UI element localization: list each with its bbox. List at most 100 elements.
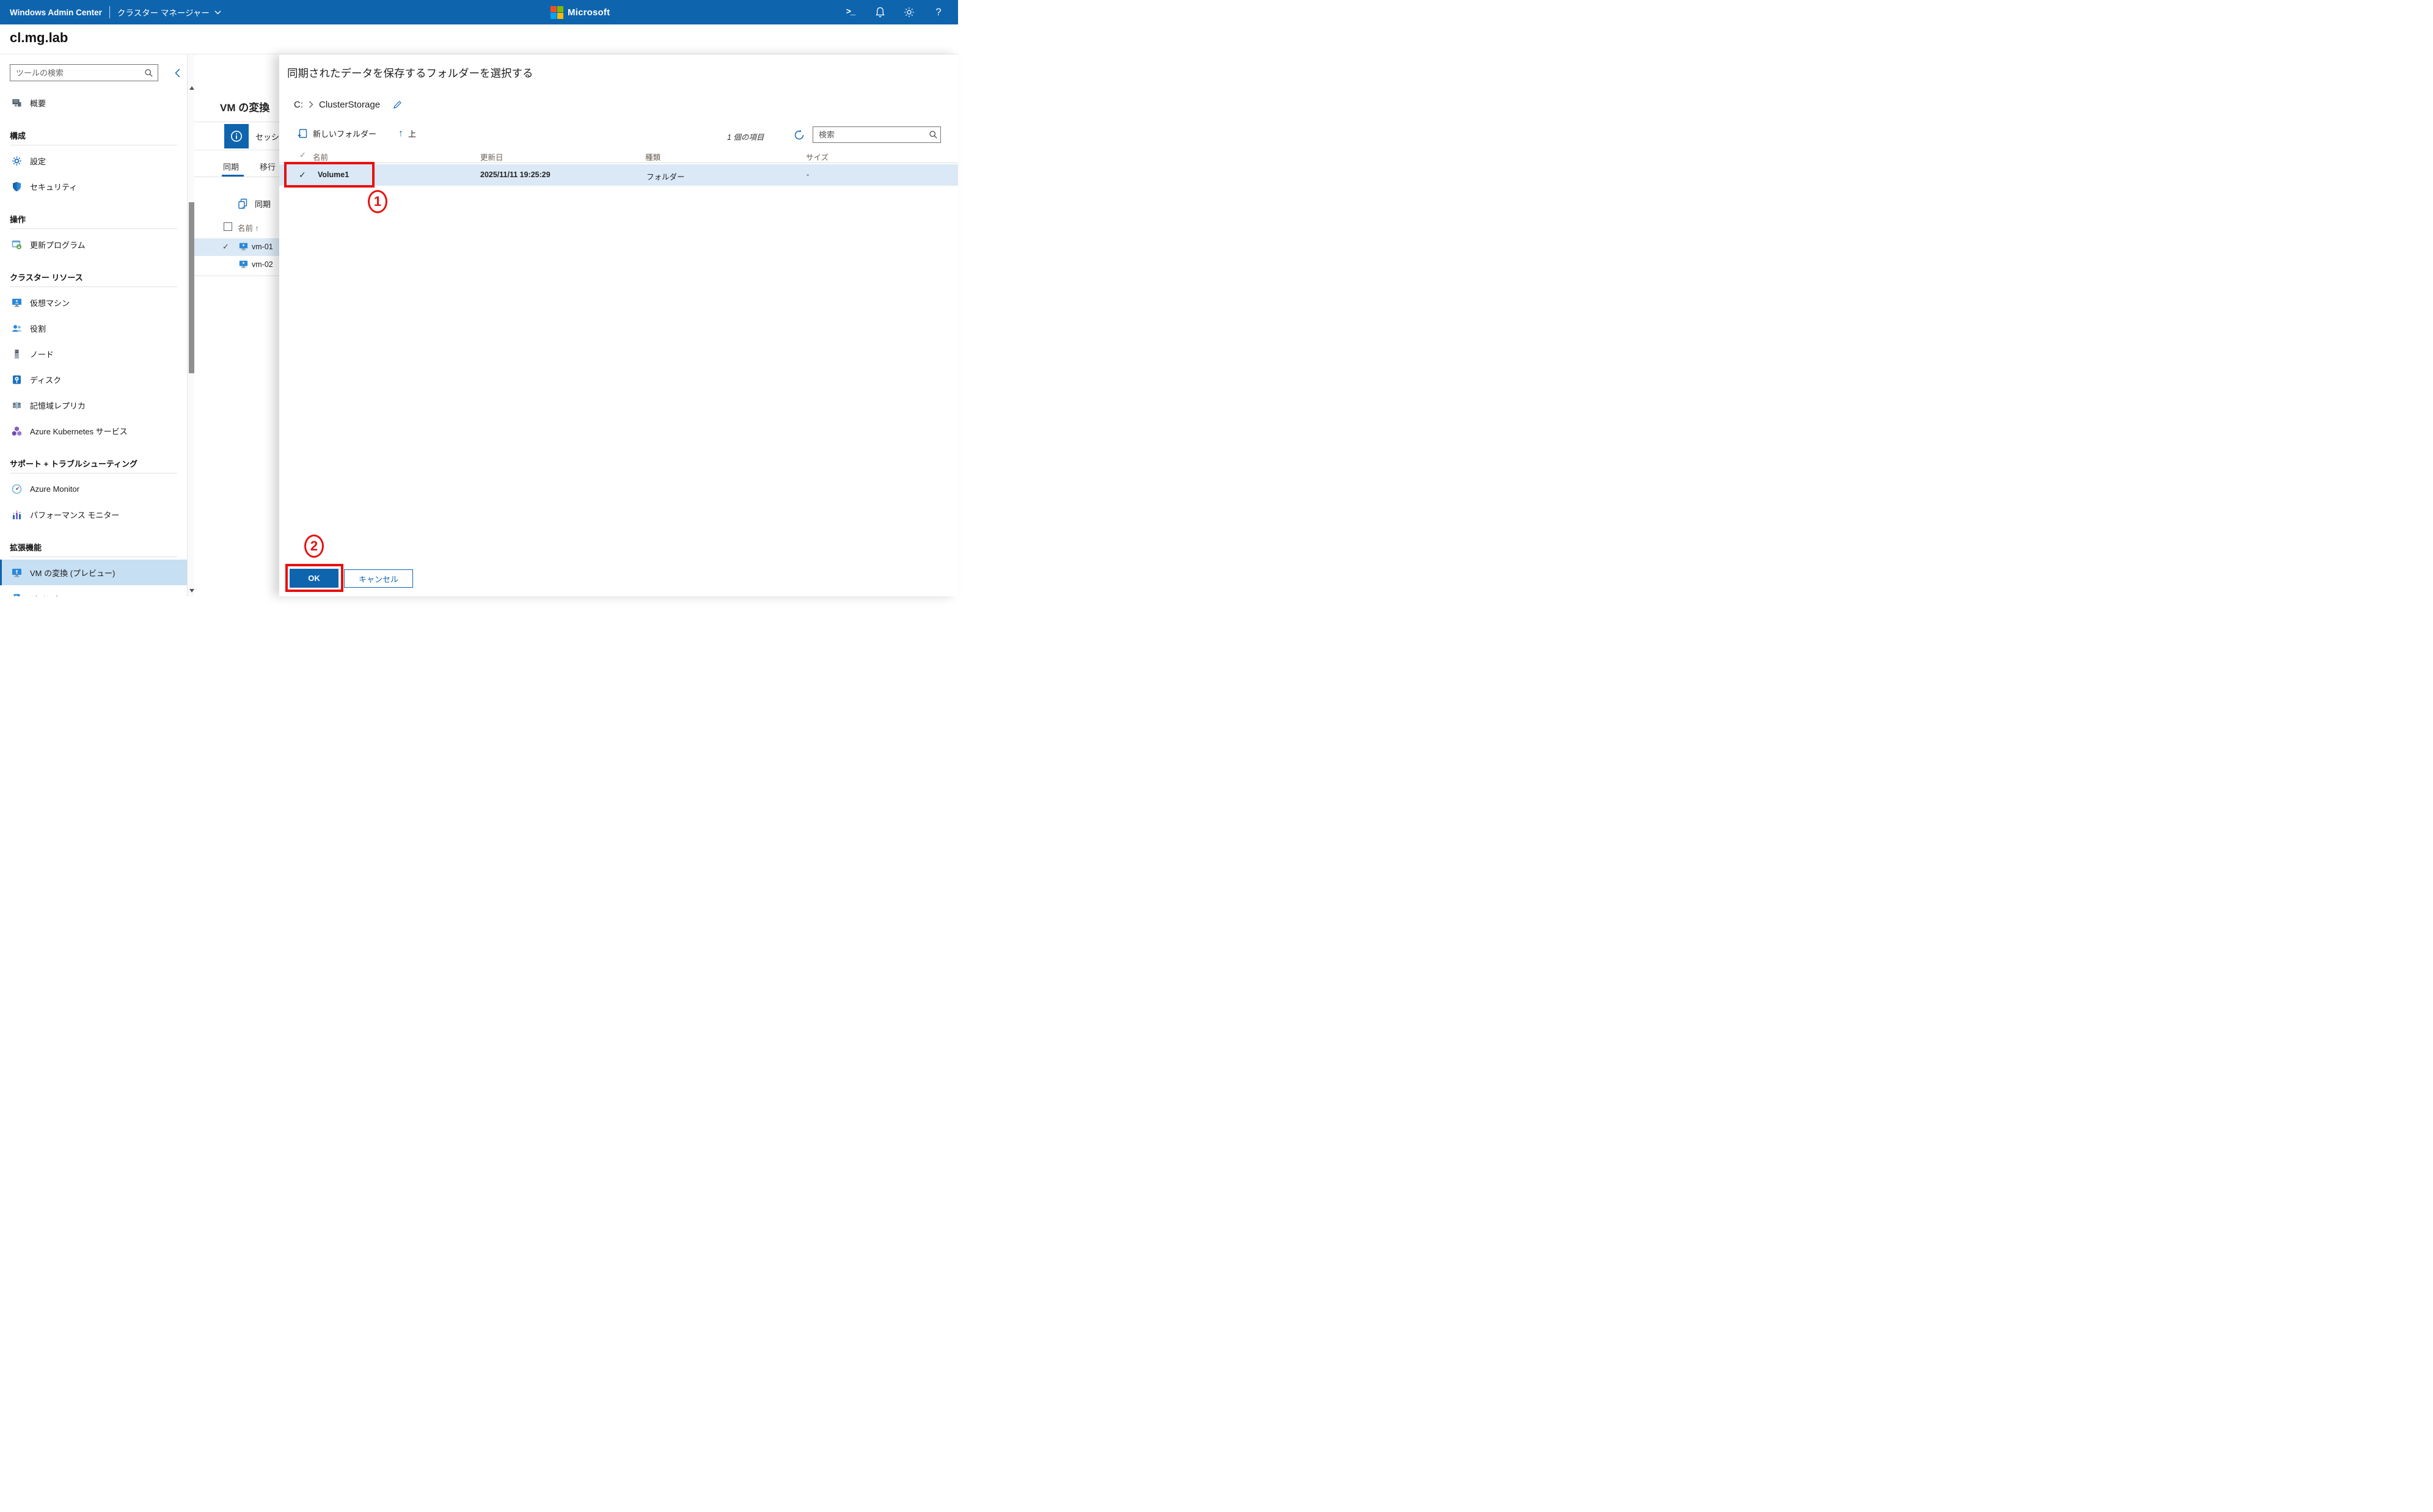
settings-gear-icon[interactable] xyxy=(895,0,924,24)
tool-search-input[interactable] xyxy=(10,68,144,78)
row-check-icon: ✓ xyxy=(299,170,306,180)
column-name[interactable]: 名前 xyxy=(313,151,328,163)
vm-monitor-icon xyxy=(239,242,248,251)
scrollbar-thumb[interactable] xyxy=(189,202,194,373)
up-folder-button[interactable]: ↑ 上 xyxy=(398,128,416,139)
up-arrow-icon: ↑ xyxy=(398,128,403,139)
column-modified[interactable]: 更新日 xyxy=(480,151,503,163)
column-type[interactable]: 種類 xyxy=(645,151,660,163)
solution-name: クラスター マネージャー xyxy=(117,6,210,18)
sidebar-item-performance-monitor[interactable]: パフォーマンス モニター xyxy=(0,502,187,527)
annotation-step2-badge: 2 xyxy=(304,535,324,558)
new-folder-button[interactable]: 新しいフォルダー xyxy=(298,128,376,139)
session-label: セッシ xyxy=(255,131,279,142)
dialog-footer: OK キャンセル xyxy=(279,569,958,588)
session-info-button[interactable] xyxy=(224,124,249,148)
chevron-down-icon xyxy=(214,10,221,15)
vm-row[interactable]: vm-02 xyxy=(194,256,279,274)
refresh-icon[interactable] xyxy=(791,127,807,143)
select-all-checkbox[interactable] xyxy=(224,222,232,231)
page-title: cl.mg.lab xyxy=(10,30,68,46)
sidebar-item-convert-vm[interactable]: VM の変換 (プレビュー) xyxy=(0,560,187,585)
sidebar-item-storage-replica[interactable]: 記憶域レプリカ xyxy=(0,392,187,418)
dialog-search-box xyxy=(813,126,941,143)
sidebar-item-roles[interactable]: 役割 xyxy=(0,315,187,341)
powershell-icon[interactable]: >_ xyxy=(836,0,865,24)
vm-convert-tabs: 同期 移行 xyxy=(194,157,279,177)
sidebar-collapse-button[interactable] xyxy=(170,65,185,80)
ok-button[interactable]: OK xyxy=(290,569,338,588)
help-icon[interactable]: ? xyxy=(924,0,953,24)
vm-row-selected[interactable]: ✓ vm-01 xyxy=(194,238,279,256)
new-folder-icon xyxy=(298,128,308,139)
divider xyxy=(10,228,177,229)
cancel-button[interactable]: キャンセル xyxy=(344,569,413,588)
folder-picker-dialog: 同期されたデータを保存するフォルダーを選択する C: ClusterStorag… xyxy=(279,54,958,596)
folder-row-volume1[interactable]: ✓ Volume1 2025/11/11 19:25:29 フォルダー - xyxy=(279,164,958,186)
column-size[interactable]: サイズ xyxy=(806,151,829,163)
vm-convert-title: VM の変換 xyxy=(220,99,269,114)
microsoft-logo-icon xyxy=(551,6,563,19)
breadcrumb-drive[interactable]: C: xyxy=(294,100,303,110)
cluster-header: cl.mg.lab xyxy=(0,24,958,54)
solution-switcher[interactable]: クラスター マネージャー xyxy=(117,6,221,18)
vm-list-header: 名前 ↑ xyxy=(194,221,279,236)
events-log-icon xyxy=(12,593,22,597)
app-title[interactable]: Windows Admin Center xyxy=(10,8,102,17)
scroll-down-arrow-icon[interactable] xyxy=(189,589,194,593)
sidebar-section-configuration: 構成 xyxy=(10,128,177,142)
sidebar-item-disks[interactable]: ディスク xyxy=(0,367,187,392)
sidebar-item-events[interactable]: イベント xyxy=(0,585,187,596)
node-server-icon xyxy=(12,349,22,359)
search-icon xyxy=(929,130,942,139)
breadcrumb-folder[interactable]: ClusterStorage xyxy=(319,100,380,110)
edit-path-pencil-icon[interactable] xyxy=(393,100,402,109)
tab-migrate[interactable]: 移行 xyxy=(260,161,276,172)
sidebar-item-settings[interactable]: 設定 xyxy=(0,148,187,173)
header-check-icon: ✓ xyxy=(299,150,306,160)
active-tab-underline xyxy=(222,175,244,177)
disk-icon xyxy=(12,374,22,385)
sidebar-item-updates[interactable]: 更新プログラム xyxy=(0,232,187,257)
sidebar-item-overview[interactable]: 概要 xyxy=(0,90,187,115)
top-app-bar: Windows Admin Center クラスター マネージャー Micros… xyxy=(0,0,958,24)
dialog-title: 同期されたデータを保存するフォルダーを選択する xyxy=(287,65,533,81)
tool-search-box xyxy=(10,64,158,81)
sidebar-item-azure-kubernetes[interactable]: Azure Kubernetes サービス xyxy=(0,418,187,444)
vm-column-name[interactable]: 名前 ↑ xyxy=(238,222,259,233)
sidebar-item-virtual-machines[interactable]: 仮想マシン xyxy=(0,290,187,315)
sidebar-item-azure-monitor[interactable]: Azure Monitor xyxy=(0,476,187,502)
sidebar-nav: 概要 構成 設定 セキュリティ 操作 xyxy=(0,90,187,596)
shield-icon xyxy=(12,181,22,192)
search-icon xyxy=(144,68,158,78)
sidebar-item-nodes[interactable]: ノード xyxy=(0,341,187,367)
sidebar-item-security[interactable]: セキュリティ xyxy=(0,173,187,199)
copy-sync-icon xyxy=(237,198,249,210)
dialog-search-input[interactable] xyxy=(813,130,929,139)
sidebar-section-support: サポート + トラブルシューティング xyxy=(10,456,177,470)
row-check-icon: ✓ xyxy=(222,242,229,252)
tools-sidebar: 概要 構成 設定 セキュリティ 操作 xyxy=(0,54,187,596)
sync-action-button[interactable]: 同期 xyxy=(237,198,271,210)
vm-convert-panel: VM の変換 セッシ 同期 移行 同期 xyxy=(194,54,279,596)
chevron-right-icon xyxy=(309,101,313,108)
notifications-bell-icon[interactable] xyxy=(865,0,895,24)
vm-convert-toolbar: セッシ xyxy=(194,122,279,150)
dialog-toolbar: 新しいフォルダー ↑ 上 1 個の項目 xyxy=(279,125,958,145)
storage-replica-icon xyxy=(12,400,22,411)
item-count: 1 個の項目 xyxy=(727,131,770,142)
microsoft-wordmark: Microsoft xyxy=(568,7,610,18)
microsoft-brand: Microsoft xyxy=(551,0,610,24)
tab-sync[interactable]: 同期 xyxy=(223,161,239,172)
convert-vm-monitor-icon xyxy=(12,568,22,578)
aks-hexagons-icon xyxy=(12,426,22,436)
folder-table-header: ✓ 名前 更新日 種類 サイズ xyxy=(279,149,958,163)
title-divider xyxy=(109,6,110,18)
scroll-up-arrow-icon[interactable] xyxy=(189,86,194,90)
updates-icon xyxy=(12,239,22,250)
gear-icon xyxy=(12,156,22,166)
overview-icon xyxy=(12,98,22,108)
sort-ascending-icon: ↑ xyxy=(255,224,259,233)
sidebar-section-operations: 操作 xyxy=(10,212,177,225)
vm-monitor-icon xyxy=(239,260,248,269)
